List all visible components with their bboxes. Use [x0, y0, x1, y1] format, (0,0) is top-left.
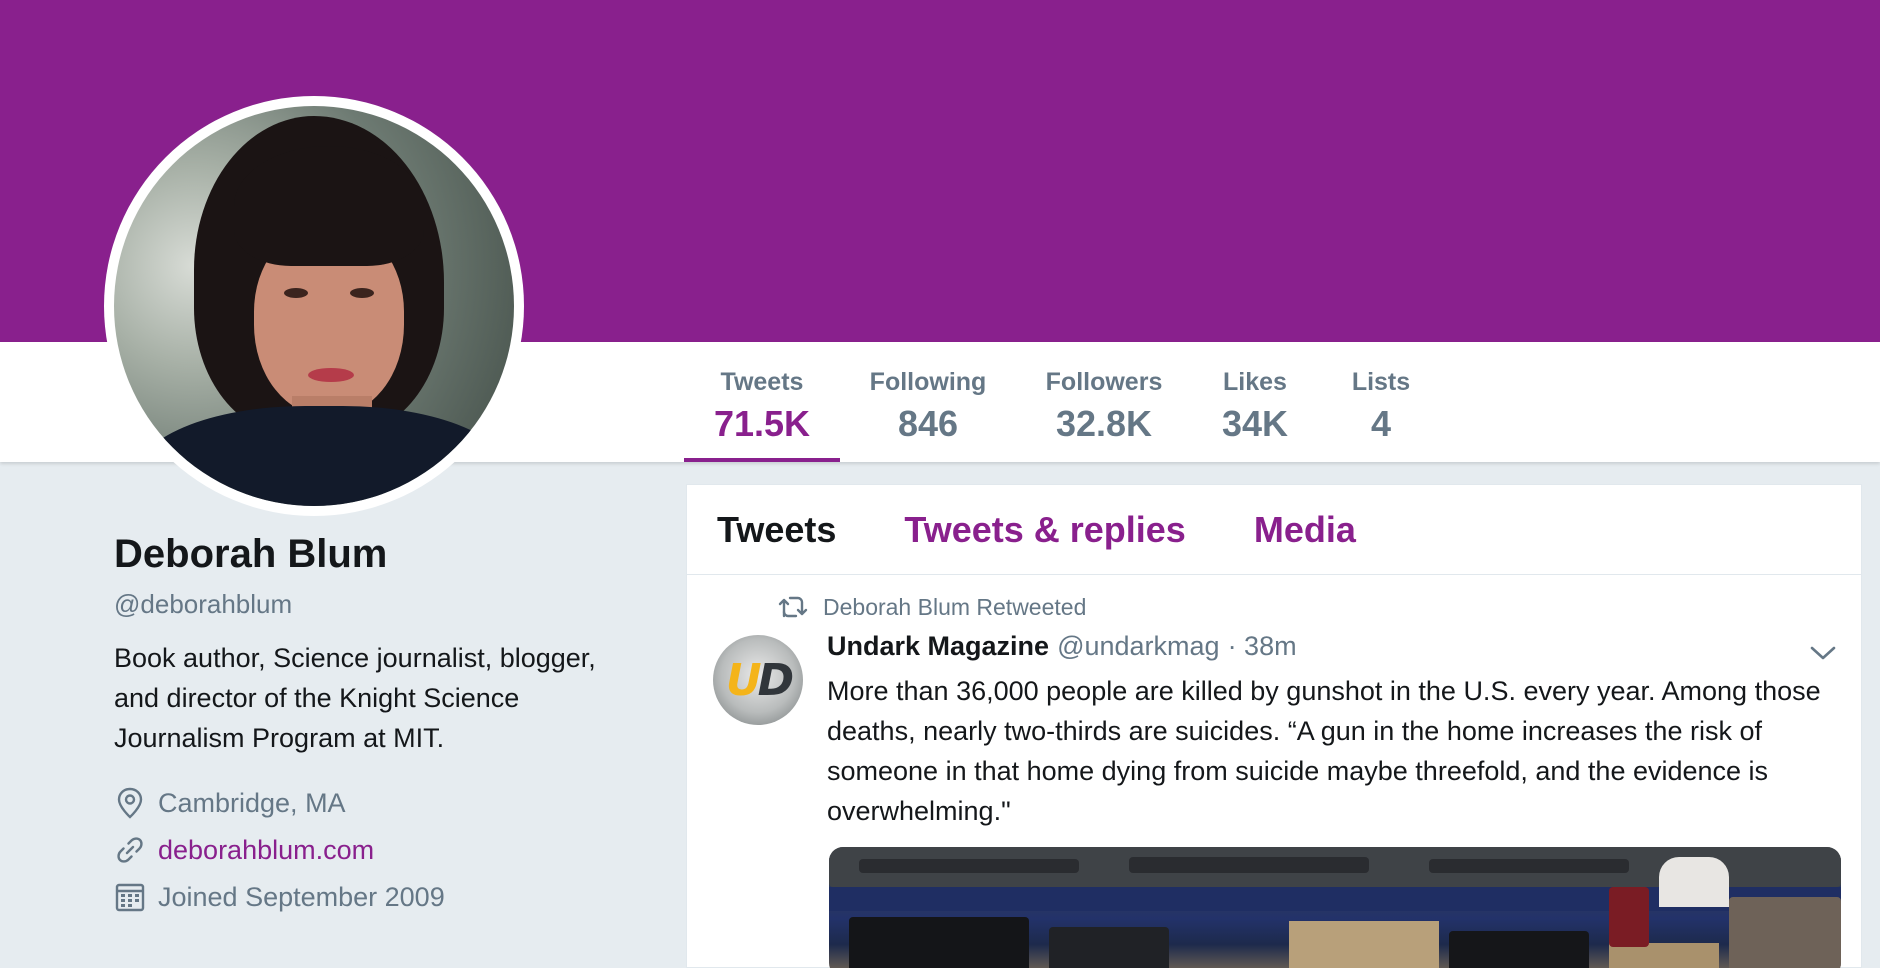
- link-icon: [114, 834, 146, 866]
- tweet-author-avatar[interactable]: UD: [713, 635, 803, 725]
- profile-location: Cambridge, MA: [114, 784, 674, 822]
- stat-followers[interactable]: Followers 32.8K: [1016, 342, 1192, 462]
- timeline-tabs: Tweets Tweets & replies Media: [687, 485, 1861, 575]
- stat-label: Likes: [1223, 368, 1287, 396]
- location-pin-icon: [114, 787, 146, 819]
- profile-website: deborahblum.com: [114, 831, 674, 869]
- stat-tweets[interactable]: Tweets 71.5K: [684, 342, 840, 462]
- tweet-text: More than 36,000 people are killed by gu…: [827, 676, 1821, 826]
- stat-value: 4: [1370, 403, 1392, 444]
- calendar-icon: [114, 881, 146, 913]
- retweet-label[interactable]: Deborah Blum Retweeted: [823, 594, 1086, 621]
- timeline: Tweets Tweets & replies Media Deborah Bl…: [686, 484, 1862, 968]
- stat-value: 34K: [1221, 403, 1289, 444]
- location-text: Cambridge, MA: [158, 787, 346, 818]
- stat-label: Followers: [1045, 368, 1163, 396]
- tweet-author-handle[interactable]: @undarkmag: [1057, 631, 1220, 662]
- profile-stats: Tweets 71.5K Following 846 Followers 32.…: [684, 342, 1444, 462]
- profile-card: Deborah Blum @deborahblum Book author, S…: [114, 532, 674, 916]
- retweet-icon: [777, 593, 811, 621]
- profile-joined: Joined September 2009: [114, 878, 674, 916]
- tab-tweets[interactable]: Tweets: [717, 509, 836, 551]
- tab-tweets-replies[interactable]: Tweets & replies: [904, 509, 1185, 551]
- profile-name[interactable]: Deborah Blum: [114, 532, 674, 577]
- stat-lists[interactable]: Lists 4: [1318, 342, 1444, 462]
- stat-value: 32.8K: [1055, 403, 1153, 444]
- stat-label: Tweets: [720, 368, 804, 396]
- tab-media[interactable]: Media: [1254, 509, 1356, 551]
- tweet-media-image[interactable]: [829, 847, 1841, 968]
- tweet-author-name[interactable]: Undark Magazine: [827, 631, 1049, 662]
- profile-bio: Book author, Science journalist, blogger…: [114, 643, 596, 753]
- stat-likes[interactable]: Likes 34K: [1192, 342, 1318, 462]
- stat-value: 71.5K: [713, 403, 811, 444]
- tweet-timestamp[interactable]: · 38m: [1228, 631, 1297, 662]
- stat-following[interactable]: Following 846: [840, 342, 1016, 462]
- tweet-header: Undark Magazine @undarkmag · 38m: [827, 631, 1297, 662]
- joined-text: Joined September 2009: [158, 881, 445, 912]
- retweet-context: Deborah Blum Retweeted: [777, 593, 1086, 621]
- profile-avatar[interactable]: [104, 96, 524, 516]
- profile-avatar-image: [114, 106, 514, 506]
- profile-handle[interactable]: @deborahblum: [114, 589, 674, 620]
- stat-label: Lists: [1351, 368, 1411, 396]
- chevron-down-icon[interactable]: [1807, 637, 1839, 669]
- undark-logo: UD: [725, 654, 794, 706]
- stat-label: Following: [869, 368, 987, 396]
- stat-value: 846: [897, 403, 959, 444]
- website-link[interactable]: deborahblum.com: [158, 835, 374, 866]
